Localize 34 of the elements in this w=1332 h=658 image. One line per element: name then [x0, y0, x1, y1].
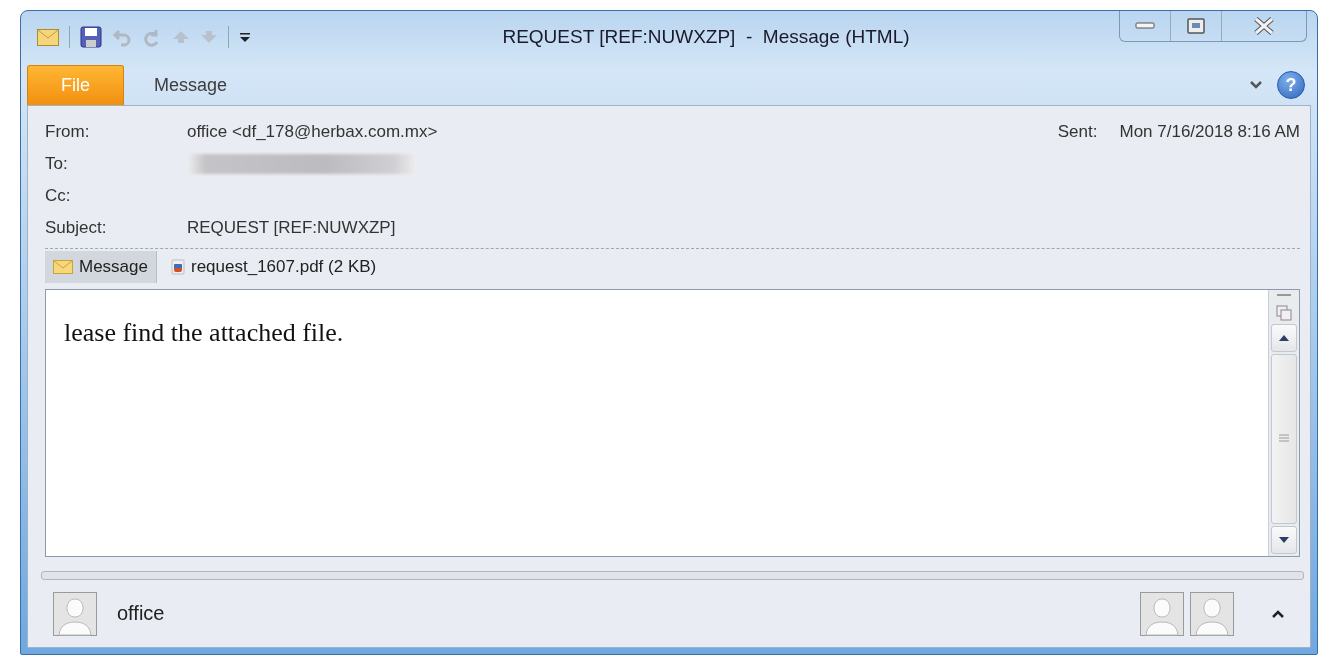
- field-label: Cc:: [45, 186, 72, 206]
- scroll-down-icon[interactable]: [1278, 536, 1290, 544]
- scrollbar[interactable]: [1268, 290, 1299, 556]
- field-value: Mon 7/16/2018 8:16 AM: [1119, 122, 1300, 142]
- chevron-down-icon[interactable]: [1249, 80, 1263, 90]
- envelope-icon: [53, 260, 73, 274]
- customize-menu-icon[interactable]: [239, 31, 251, 43]
- minimize-icon: [1135, 22, 1155, 30]
- save-icon[interactable]: [80, 26, 102, 48]
- attachment-tab[interactable]: Message: [45, 251, 157, 283]
- field-label: Subject:: [45, 218, 108, 238]
- split-view-icon[interactable]: [1276, 292, 1292, 322]
- window-title: REQUEST [REF:NUWXZP] - Message (HTML): [501, 26, 911, 48]
- scroll-up-icon[interactable]: [1278, 334, 1290, 342]
- field-value: office <df_178@herbax.com.mx>: [187, 122, 438, 142]
- undo-icon[interactable]: [112, 27, 132, 47]
- field-label: Sent:: [1057, 122, 1098, 142]
- field-label: To:: [45, 154, 69, 174]
- document-icon: [171, 259, 185, 275]
- grip-icon: [1278, 434, 1290, 444]
- contact-photo-icon: [53, 591, 97, 636]
- field-label: From:: [45, 122, 91, 142]
- pane-splitter[interactable]: [41, 571, 1304, 580]
- field-value: REQUEST [REF:NUWXZP]: [187, 218, 396, 238]
- contact-photo-icon: [1140, 591, 1184, 636]
- message-body-text: lease find the attached file.: [63, 317, 345, 349]
- envelope-icon[interactable]: [37, 28, 59, 46]
- close-icon: [1253, 17, 1275, 35]
- sender-name: office: [117, 602, 166, 625]
- caret-up-icon[interactable]: [1272, 609, 1284, 618]
- maximize-icon: [1187, 18, 1205, 34]
- attachment-tab[interactable]: request_1607.pdf (2 KB): [163, 251, 385, 283]
- contact-photo-icon: [1190, 591, 1234, 636]
- ribbon-tab[interactable]: Message: [124, 65, 258, 105]
